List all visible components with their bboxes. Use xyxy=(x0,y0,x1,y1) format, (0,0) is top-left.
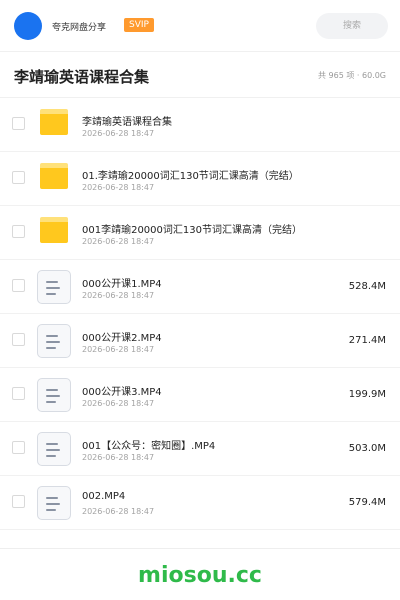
file-size: 579.4M xyxy=(348,497,386,508)
file-date: 2026-06-28 18:47 xyxy=(82,183,155,192)
file-date: 2026-06-28 18:47 xyxy=(82,453,155,462)
file-row[interactable]: 000公开课2.MP4 2026-06-28 18:47 271.4M xyxy=(0,314,400,368)
file-row[interactable]: 李靖瑜英语课程合集 2026-06-28 18:47 xyxy=(0,98,400,152)
file-size: 503.0M xyxy=(348,443,386,454)
file-icon xyxy=(37,432,71,466)
title-row: 李靖瑜英语课程合集 共 965 项 · 60.0G xyxy=(0,52,400,98)
file-row[interactable]: 000公开课1.MP4 2026-06-28 18:47 528.4M xyxy=(0,260,400,314)
file-icon xyxy=(37,486,71,520)
share-name: 夸克网盘分享 xyxy=(52,23,107,33)
file-date: 2026-06-28 18:47 xyxy=(82,345,155,354)
file-date: 2026-06-28 18:47 xyxy=(82,129,155,138)
item-summary: 共 965 项 · 60.0G xyxy=(318,71,386,80)
file-row[interactable]: 000公开课3.MP4 2026-06-28 18:47 199.9M xyxy=(0,368,400,422)
file-date: 2026-06-28 18:47 xyxy=(82,399,155,408)
page-title: 李靖瑜英语课程合集 xyxy=(14,68,150,86)
avatar[interactable] xyxy=(14,12,42,40)
select-checkbox[interactable] xyxy=(12,279,25,292)
file-icon xyxy=(37,324,71,358)
footer: miosou.cc xyxy=(0,548,400,600)
file-date: 2026-06-28 18:47 xyxy=(82,237,155,246)
select-checkbox[interactable] xyxy=(12,495,25,508)
file-row[interactable]: 001李靖瑜20000词汇130节词汇课高清（完结） 2026-06-28 18:… xyxy=(0,206,400,260)
file-icon xyxy=(37,270,71,304)
file-name[interactable]: 000公开课3.MP4 xyxy=(82,383,162,398)
file-name[interactable]: 002.MP4 xyxy=(82,491,125,502)
select-checkbox[interactable] xyxy=(12,117,25,130)
file-date: 2026-06-28 18:47 xyxy=(82,291,155,300)
site-watermark: miosou.cc xyxy=(138,563,262,588)
file-size: 199.9M xyxy=(348,389,386,400)
folder-icon xyxy=(40,217,68,243)
file-name[interactable]: 001李靖瑜20000词汇130节词汇课高清（完结） xyxy=(82,221,302,236)
select-checkbox[interactable] xyxy=(12,387,25,400)
select-checkbox[interactable] xyxy=(12,171,25,184)
folder-icon xyxy=(40,163,68,189)
file-row[interactable]: 002.MP4 2026-06-28 18:47 579.4M xyxy=(0,476,400,530)
folder-icon xyxy=(40,109,68,135)
file-size: 528.4M xyxy=(348,281,386,292)
file-name[interactable]: 01.李靖瑜20000词汇130节词汇课高清（完结） xyxy=(82,167,299,182)
file-list: 李靖瑜英语课程合集 2026-06-28 18:47 01.李靖瑜20000词汇13… xyxy=(0,98,400,530)
select-checkbox[interactable] xyxy=(12,333,25,346)
file-name[interactable]: 001【公众号：密知圈】.MP4 xyxy=(82,437,215,452)
file-name[interactable]: 000公开课2.MP4 xyxy=(82,329,162,344)
top-bar: 夸克网盘分享 SVIP 搜索 xyxy=(0,0,400,52)
file-row[interactable]: 01.李靖瑜20000词汇130节词汇课高清（完结） 2026-06-28 18:… xyxy=(0,152,400,206)
select-checkbox[interactable] xyxy=(12,441,25,454)
file-name[interactable]: 李靖瑜英语课程合集 xyxy=(82,113,172,128)
search-input[interactable]: 搜索 xyxy=(316,13,388,39)
svip-badge: SVIP xyxy=(124,18,154,32)
file-size: 271.4M xyxy=(348,335,386,346)
file-row[interactable]: 001【公众号：密知圈】.MP4 2026-06-28 18:47 503.0M xyxy=(0,422,400,476)
file-date: 2026-06-28 18:47 xyxy=(82,507,155,516)
file-name[interactable]: 000公开课1.MP4 xyxy=(82,275,162,290)
select-checkbox[interactable] xyxy=(12,225,25,238)
file-icon xyxy=(37,378,71,412)
